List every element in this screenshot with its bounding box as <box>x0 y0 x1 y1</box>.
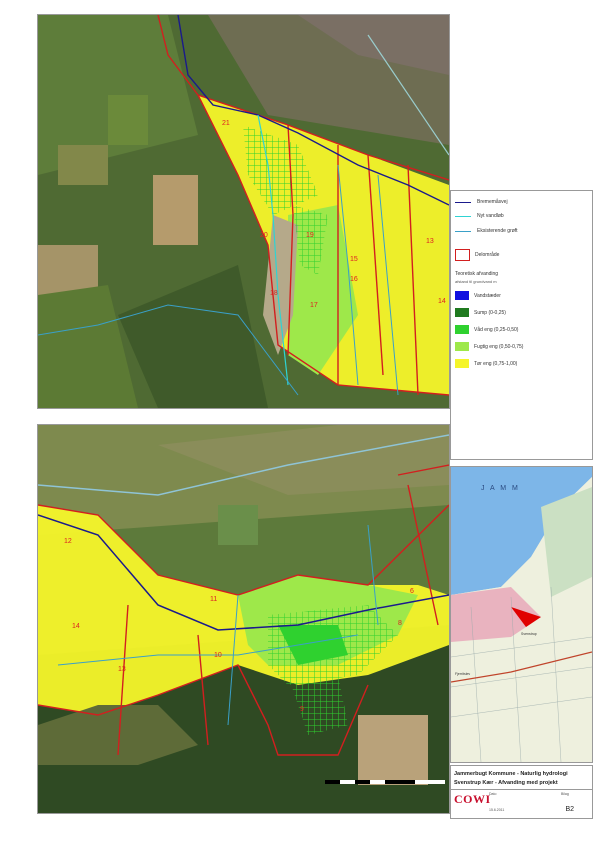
zone-label: 13 <box>118 666 126 673</box>
legend-label: Vandstæder <box>474 292 501 299</box>
field-patch <box>108 95 148 145</box>
overview-canvas <box>451 467 592 762</box>
scale-bar <box>325 778 445 788</box>
map-panel-top[interactable]: 21 20 19 18 17 16 15 14 13 <box>37 14 450 409</box>
color-swatch-icon <box>455 342 469 351</box>
field-patch <box>218 505 258 545</box>
overview-map[interactable]: J A M M Fjerritslev Svenstrup <box>450 466 593 763</box>
legend-item-class: Vandstæder <box>455 291 501 300</box>
legend-item-class: Våd eng (0,25-0,50) <box>455 325 518 334</box>
zone-label: 14 <box>72 623 80 630</box>
legend-subheading: afstand til grundvand m <box>455 279 497 284</box>
zone-label: 12 <box>64 538 72 545</box>
map-panel-bottom[interactable]: 14 13 12 11 10 9 8 6 <box>37 424 450 814</box>
date-label: Dato <box>489 792 497 796</box>
title-block: Jammerbugt Kommune - Naturlig hydrologi … <box>450 765 593 819</box>
legend-item-class: Fugtig eng (0,50-0,75) <box>455 342 523 351</box>
divider <box>451 789 592 790</box>
zone-label: 20 <box>260 232 268 239</box>
line-swatch-icon <box>455 215 471 217</box>
zone-label: 14 <box>438 298 446 305</box>
zone-label: 8 <box>398 620 402 627</box>
legend-item-vandlob: Brememåsvej <box>455 199 508 205</box>
drawing-number: B2 <box>565 806 574 813</box>
legend-item-delomraade: Delområde <box>455 249 499 261</box>
zone-label: 10 <box>214 652 222 659</box>
legend-label: Nyt vandløb <box>477 213 504 219</box>
legend-label: Brememåsvej <box>477 199 508 205</box>
date-value: 15.6.2011 <box>489 808 505 812</box>
place-label: Fjerritslev <box>455 672 471 676</box>
drawing-label: Bilag <box>561 792 569 796</box>
legend-item-groft: Eksisterende grøft <box>455 228 518 234</box>
field-patch <box>58 145 108 185</box>
map-legend: Brememåsvej Nyt vandløb Eksisterende grø… <box>450 190 593 460</box>
color-swatch-icon <box>455 308 469 317</box>
zone-label: 13 <box>426 238 434 245</box>
line-swatch-icon <box>455 230 471 232</box>
zone-label: 16 <box>350 276 358 283</box>
zone-label: 9 <box>300 706 304 713</box>
legend-heading: Teoretisk afvanding <box>455 271 499 277</box>
map-top-canvas: 21 20 19 18 17 16 15 14 13 <box>38 15 449 408</box>
cowi-logo: COWI <box>454 792 491 806</box>
zone-label: 19 <box>306 232 314 239</box>
place-label: Svenstrup <box>521 632 537 636</box>
zone-label: 15 <box>350 256 358 263</box>
legend-label: Våd eng (0,25-0,50) <box>474 326 519 333</box>
title-line-2: Svenstrup Kær - Afvanding med projekt <box>454 780 558 786</box>
legend-item-nyt-vandlob: Nyt vandløb <box>455 213 504 219</box>
legend-label: Sump (0-0,25) <box>474 309 506 316</box>
field-patch <box>153 175 198 245</box>
zone-label: 17 <box>310 302 318 309</box>
scale-bar-graphic <box>325 780 445 784</box>
zone-label: 18 <box>270 290 278 297</box>
color-swatch-icon <box>455 359 469 368</box>
legend-label: Fugtig eng (0,50-0,75) <box>474 343 524 350</box>
sea-label: J A M M <box>481 485 520 492</box>
color-swatch-icon <box>455 291 469 300</box>
zone-label: 6 <box>410 588 414 595</box>
line-swatch-icon <box>455 201 471 203</box>
field-patch <box>358 715 428 785</box>
color-swatch-icon <box>455 325 469 334</box>
map-bottom-canvas: 14 13 12 11 10 9 8 6 <box>38 425 449 813</box>
legend-label: Eksisterende grøft <box>477 228 518 234</box>
legend-label: Delområde <box>475 252 500 258</box>
polygon-swatch-icon <box>455 249 470 261</box>
legend-item-class: Tør eng (0,75-1,00) <box>455 359 517 368</box>
legend-item-class: Sump (0-0,25) <box>455 308 506 317</box>
legend-label: Tør eng (0,75-1,00) <box>474 360 518 367</box>
zone-label: 11 <box>210 596 217 603</box>
zone-label: 21 <box>222 120 230 127</box>
title-line-1: Jammerbugt Kommune - Naturlig hydrologi <box>454 771 568 777</box>
